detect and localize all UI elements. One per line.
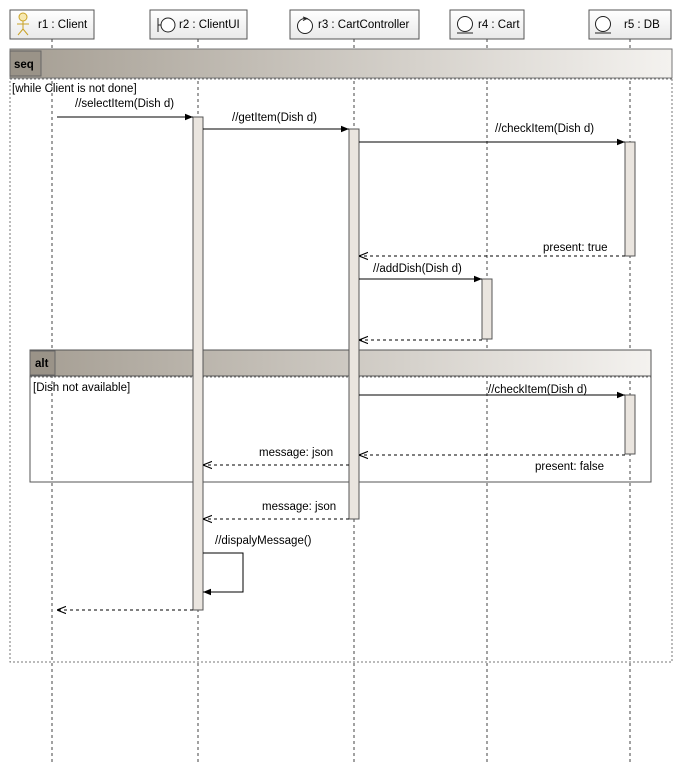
message-label-present-true: present: true (543, 242, 608, 254)
activation-db (624, 141, 636, 257)
participant-label-client: r1 : Client (38, 19, 88, 31)
participant-cart[interactable]: r4 : Cart (449, 9, 525, 40)
message-label-checkitem-alt: //checkItem(Dish d) (488, 384, 587, 396)
message-label-present-false: present: false (535, 461, 604, 473)
participant-label-cartcontroller: r3 : CartController (318, 19, 410, 31)
message-label-dispalymessage: //dispalyMessage() (215, 535, 312, 547)
participant-label-cart: r4 : Cart (478, 19, 520, 31)
message-label-message-json: message: json (262, 501, 336, 513)
participant-label-db: r5 : DB (624, 19, 660, 31)
message-label-getitem: //getItem(Dish d) (232, 112, 317, 124)
message-label-adddish: //addDish(Dish d) (373, 263, 462, 275)
message-label-message-json-alt: message: json (259, 447, 333, 459)
participant-cartcontroller[interactable]: r3 : CartController (289, 9, 420, 40)
message-label-selectitem: //selectItem(Dish d) (75, 98, 174, 110)
activation-clientui (192, 116, 204, 611)
participant-db[interactable]: r5 : DB (588, 9, 672, 40)
fragment-operator-alt: alt (35, 358, 49, 370)
participant-client[interactable]: r1 : Client (9, 9, 95, 40)
activation-db (624, 394, 636, 455)
activation-cartcontroller (348, 128, 360, 520)
activation-cart (481, 278, 493, 340)
self-message-arrow-dispalymessage[interactable] (203, 552, 244, 596)
participant-label-clientui: r2 : ClientUI (179, 19, 240, 31)
fragment-guard-seq: [while Client is not done] (12, 83, 137, 95)
fragment-guard-alt: [Dish not available] (33, 382, 130, 394)
message-label-checkitem: //checkItem(Dish d) (495, 123, 594, 135)
participant-clientui[interactable]: r2 : ClientUI (149, 9, 248, 40)
fragment-operator-seq: seq (14, 59, 34, 71)
sequence-diagram: r1 : Client r2 : ClientUI r3 : CartContr… (9, 9, 673, 762)
